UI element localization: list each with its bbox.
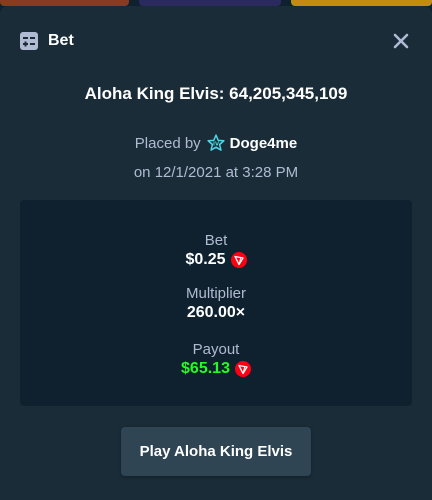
modal-title: Bet xyxy=(48,32,74,49)
username-link[interactable]: IV Doge4me xyxy=(207,134,298,152)
game-result-title: Aloha King Elvis: 64,205,345,109 xyxy=(84,84,348,103)
close-icon[interactable] xyxy=(390,30,412,52)
bet-details-panel: Bet $0.25 Multiplier 260.00× Payout $65.… xyxy=(20,200,412,406)
bet-value: $0.25 xyxy=(185,251,226,268)
placed-by-label: Placed by xyxy=(134,134,201,152)
bet-details-modal: Bet Aloha King Elvis: 64,205,345,109 Pla… xyxy=(0,6,432,500)
bet-slip-icon xyxy=(20,32,38,50)
placed-date: on 12/1/2021 at 3:28 PM xyxy=(133,164,299,181)
play-game-button[interactable]: Play Aloha King Elvis xyxy=(121,427,311,476)
username-text: Doge4me xyxy=(229,134,298,152)
payout-label: Payout xyxy=(192,341,240,358)
payout-block: Payout $65.13 xyxy=(20,341,412,379)
tron-coin-icon xyxy=(230,252,247,268)
bet-amount-block: Bet $0.25 xyxy=(20,232,412,270)
multiplier-value: 260.00× xyxy=(186,304,246,321)
bet-label: Bet xyxy=(204,232,228,249)
vip-star-icon: IV xyxy=(207,134,225,152)
payout-value: $65.13 xyxy=(181,360,230,377)
multiplier-label: Multiplier xyxy=(185,285,246,302)
tron-coin-icon xyxy=(234,361,251,377)
bet-value-row: $0.25 xyxy=(20,250,412,270)
payout-value-row: $65.13 xyxy=(20,359,412,379)
multiplier-block: Multiplier 260.00× xyxy=(20,285,412,323)
placed-by-line: Placed by IV Doge4me xyxy=(0,134,432,152)
svg-text:IV: IV xyxy=(213,142,220,148)
modal-header: Bet xyxy=(20,28,412,54)
